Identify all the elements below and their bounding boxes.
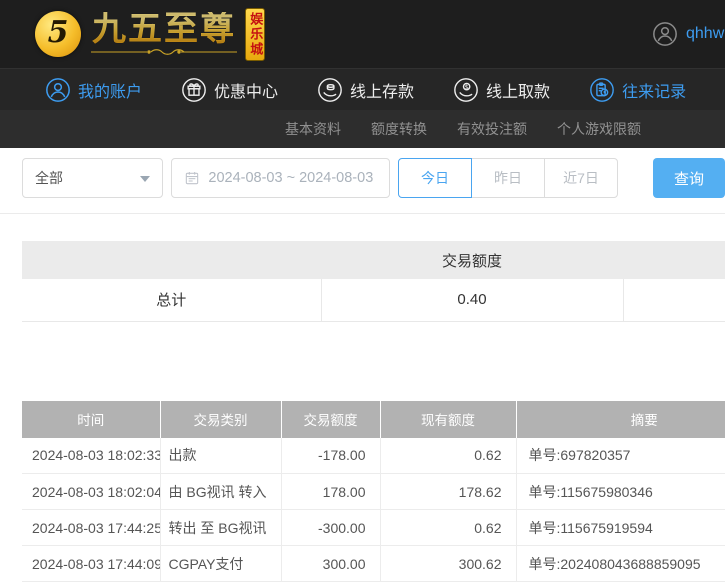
logo-icon: 5 bbox=[35, 11, 81, 57]
date-range-input[interactable]: 2024-08-03 ~ 2024-08-03 bbox=[171, 158, 390, 198]
summary-header-row: 交易额度 bbox=[22, 241, 725, 279]
summary-header-empty bbox=[623, 241, 725, 279]
user-avatar-icon bbox=[652, 21, 678, 47]
nav-label: 线上取款 bbox=[486, 78, 550, 102]
nav-item-deposit[interactable]: 线上存款 bbox=[317, 77, 414, 103]
nav-label: 优惠中心 bbox=[214, 78, 278, 102]
filter-bar: 全部 2024-08-03 ~ 2024-08-03 今日 昨日 近7日 查询 bbox=[22, 158, 725, 198]
col-header-type: 交易类别 bbox=[160, 401, 281, 438]
withdraw-icon: $ bbox=[453, 77, 479, 103]
nav-label: 线上存款 bbox=[350, 78, 414, 102]
nav-item-withdraw[interactable]: $ 线上取款 bbox=[453, 77, 550, 103]
gift-icon bbox=[181, 77, 207, 103]
brand-badge: 娱乐城 bbox=[245, 8, 265, 61]
cell-balance: 300.62 bbox=[380, 546, 516, 582]
svg-text:$: $ bbox=[465, 82, 469, 90]
brand-name: 九五至尊 bbox=[92, 12, 236, 48]
chevron-down-icon bbox=[140, 176, 150, 182]
main-nav: 我的账户 优惠中心 线上存款 $ 线上取款 bbox=[0, 68, 725, 110]
site-logo[interactable]: 5 九五至尊 娱乐城 bbox=[35, 8, 294, 61]
cell-type: 出款 bbox=[160, 438, 281, 474]
flourish-icon bbox=[89, 48, 239, 56]
table-row: 2024-08-03 17:44:25 转出 至 BG视讯 -300.00 0.… bbox=[22, 510, 725, 546]
subnav-item-basic-info[interactable]: 基本资料 bbox=[285, 119, 341, 139]
cell-time: 2024-08-03 17:44:25 bbox=[22, 510, 160, 546]
nav-label: 我的账户 bbox=[78, 78, 142, 102]
subnav-item-valid-bets[interactable]: 有效投注额 bbox=[457, 119, 527, 139]
cell-type: 转出 至 BG视讯 bbox=[160, 510, 281, 546]
user-area[interactable]: qhhw bbox=[652, 0, 724, 68]
table-row: 2024-08-03 17:44:09 CGPAY支付 300.00 300.6… bbox=[22, 546, 725, 582]
cell-summary: 单号:202408043688859095 bbox=[516, 546, 725, 582]
yesterday-button[interactable]: 昨日 bbox=[471, 158, 545, 198]
cell-balance: 0.62 bbox=[380, 510, 516, 546]
date-range-value: 2024-08-03 ~ 2024-08-03 bbox=[208, 170, 373, 186]
transactions-table: 时间 交易类别 交易额度 现有额度 摘要 2024-08-03 18:02:33… bbox=[22, 401, 725, 582]
nav-item-promotions[interactable]: 优惠中心 bbox=[181, 77, 278, 103]
nav-item-transactions[interactable]: 往来记录 bbox=[589, 77, 686, 103]
nav-item-my-account[interactable]: 我的账户 bbox=[45, 77, 142, 103]
quick-date-buttons: 今日 昨日 近7日 bbox=[398, 158, 618, 198]
cell-balance: 178.62 bbox=[380, 474, 516, 510]
cell-time: 2024-08-03 18:02:04 bbox=[22, 474, 160, 510]
deposit-icon bbox=[317, 77, 343, 103]
col-header-time: 时间 bbox=[22, 401, 160, 438]
category-select[interactable]: 全部 bbox=[22, 158, 163, 198]
today-button[interactable]: 今日 bbox=[398, 158, 472, 198]
col-header-balance: 现有额度 bbox=[380, 401, 516, 438]
top-bar: 5 九五至尊 娱乐城 qhhw bbox=[0, 0, 725, 68]
cell-amount: -300.00 bbox=[281, 510, 380, 546]
summary-total-row: 总计 0.40 bbox=[22, 279, 725, 321]
cell-summary: 单号:115675919594 bbox=[516, 510, 725, 546]
table-row: 2024-08-03 18:02:33 出款 -178.00 0.62 单号:6… bbox=[22, 438, 725, 474]
summary-header-amount: 交易额度 bbox=[321, 241, 623, 279]
last-7-days-button[interactable]: 近7日 bbox=[544, 158, 618, 198]
calendar-icon bbox=[184, 170, 200, 186]
cell-summary: 单号:697820357 bbox=[516, 438, 725, 474]
logo-glyph: 5 bbox=[48, 18, 69, 48]
cell-time: 2024-08-03 18:02:33 bbox=[22, 438, 160, 474]
summary-total-label: 总计 bbox=[22, 279, 321, 321]
cell-amount: 178.00 bbox=[281, 474, 380, 510]
cell-summary: 单号:115675980346 bbox=[516, 474, 725, 510]
cell-type: 由 BG视讯 转入 bbox=[160, 474, 281, 510]
user-icon bbox=[45, 77, 71, 103]
cell-type: CGPAY支付 bbox=[160, 546, 281, 582]
cell-amount: 300.00 bbox=[281, 546, 380, 582]
summary-table: 交易额度 总计 0.40 bbox=[22, 241, 725, 322]
category-select-value: 全部 bbox=[35, 168, 63, 188]
records-icon bbox=[589, 77, 615, 103]
cell-time: 2024-08-03 17:44:09 bbox=[22, 546, 160, 582]
col-header-amount: 交易额度 bbox=[281, 401, 380, 438]
summary-header-empty bbox=[22, 241, 321, 279]
nav-label: 往来记录 bbox=[622, 78, 686, 102]
subnav-item-game-limits[interactable]: 个人游戏限额 bbox=[557, 119, 641, 139]
subnav-item-credit-transfer[interactable]: 额度转换 bbox=[371, 119, 427, 139]
sub-nav: 基本资料 额度转换 有效投注额 个人游戏限额 bbox=[0, 110, 725, 148]
col-header-summary: 摘要 bbox=[516, 401, 725, 438]
summary-empty-cell bbox=[623, 279, 725, 321]
section-divider bbox=[0, 213, 725, 214]
username[interactable]: qhhw bbox=[686, 25, 724, 43]
search-button[interactable]: 查询 bbox=[653, 158, 725, 198]
summary-total-value: 0.40 bbox=[321, 279, 623, 321]
table-row: 2024-08-03 18:02:04 由 BG视讯 转入 178.00 178… bbox=[22, 474, 725, 510]
cell-amount: -178.00 bbox=[281, 438, 380, 474]
transactions-header-row: 时间 交易类别 交易额度 现有额度 摘要 bbox=[22, 401, 725, 438]
cell-balance: 0.62 bbox=[380, 438, 516, 474]
